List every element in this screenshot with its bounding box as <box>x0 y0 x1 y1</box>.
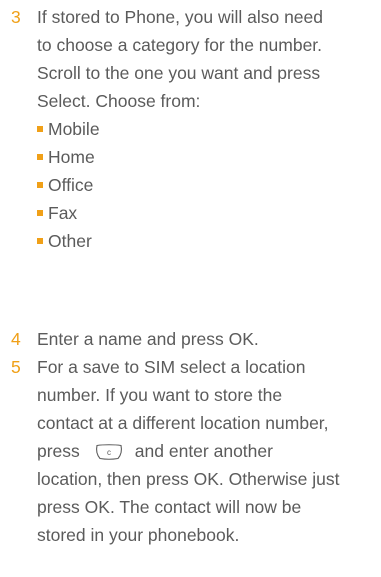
step-line: contact at a different location number, <box>37 413 329 433</box>
bullet-square-icon <box>37 154 43 160</box>
step-text: If stored to Phone, you will also need t… <box>37 3 381 115</box>
step-line: number. If you want to store the <box>37 385 283 405</box>
step-line: stored in your phonebook. <box>37 525 240 545</box>
svg-text:c: c <box>107 448 111 457</box>
category-list: Mobile Home Office Fax Other <box>37 115 100 255</box>
step-number: 5 <box>11 357 21 377</box>
step-line: For a save to SIM select a location <box>37 357 306 377</box>
step-line: press OK. The contact will now be <box>37 497 302 517</box>
step-5: 5 For a save to SIM select a location nu… <box>0 353 381 577</box>
list-item: Mobile <box>37 115 100 143</box>
category-label: Mobile <box>48 119 100 139</box>
step-3: 3 If stored to Phone, you will also need… <box>0 3 381 309</box>
bullet-square-icon <box>37 126 43 132</box>
list-item: Fax <box>37 199 100 227</box>
category-label: Office <box>48 175 94 195</box>
step-4: 4 Enter a name and press OK. <box>0 325 381 353</box>
step-line: location, then press OK. Otherwise just <box>37 469 340 489</box>
list-item: Other <box>37 227 100 255</box>
category-label: Home <box>48 147 95 167</box>
step-line: Scroll to the one you want and press <box>37 63 321 83</box>
bullet-square-icon <box>37 238 43 244</box>
step-number: 4 <box>11 329 21 349</box>
category-label: Fax <box>48 203 78 223</box>
step-line: Select. Choose from: <box>37 91 201 111</box>
press-word: press <box>37 441 80 461</box>
bullet-square-icon <box>37 210 43 216</box>
list-item: Office <box>37 171 100 199</box>
instruction-page: 3 If stored to Phone, you will also need… <box>0 0 381 570</box>
press-continuation: and enter another <box>134 441 273 461</box>
step-line: to choose a category for the number. <box>37 35 323 55</box>
step-line-with-key: press c and enter another <box>37 437 381 465</box>
clear-key-icon: c <box>94 441 124 461</box>
step-text: For a save to SIM select a location numb… <box>37 353 381 549</box>
step-text: Enter a name and press OK. <box>37 325 381 353</box>
list-item: Home <box>37 143 100 171</box>
step-line: If stored to Phone, you will also need <box>37 7 324 27</box>
step-line: Enter a name and press OK. <box>37 329 259 349</box>
step-number: 3 <box>11 7 21 27</box>
bullet-square-icon <box>37 182 43 188</box>
category-label: Other <box>48 231 92 251</box>
